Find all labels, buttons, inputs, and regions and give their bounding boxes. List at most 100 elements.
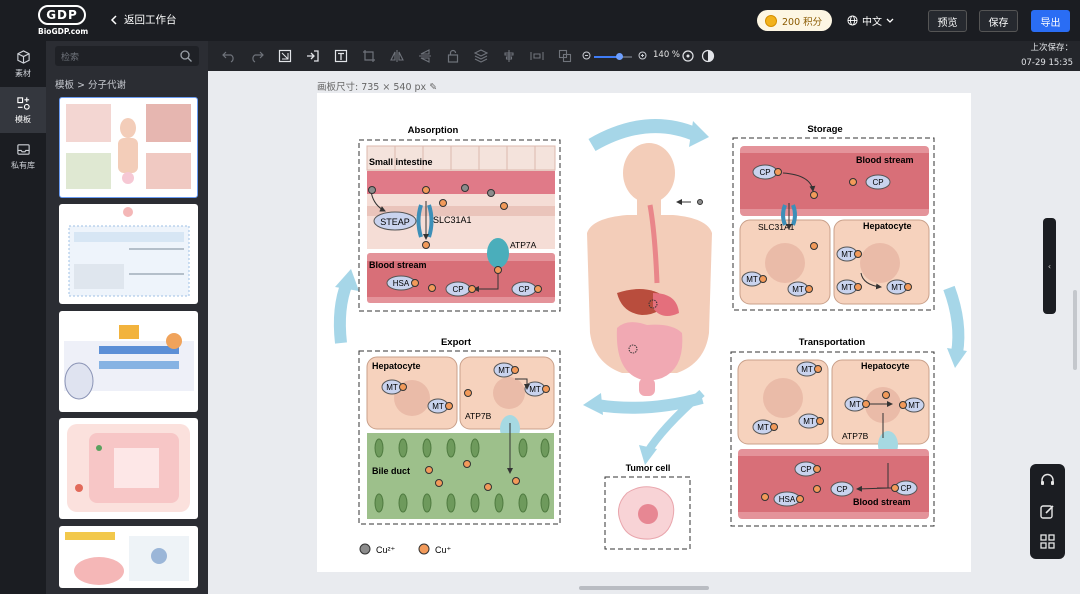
logo[interactable]: GDP BioGDP.com (38, 5, 90, 36)
mt-label: MT (792, 285, 804, 294)
layers-icon[interactable] (474, 49, 488, 63)
blood-stream-label: Blood stream (369, 260, 427, 270)
template-panel: 检索 模板 > 分子代谢 (46, 41, 208, 594)
credits-label: 200 积分 (782, 16, 823, 28)
edit-icon[interactable]: ✎ (429, 82, 437, 93)
floating-tools (1030, 464, 1065, 559)
absorption-title: Absorption (408, 125, 459, 136)
cycle-arrow (588, 119, 700, 152)
lock-icon[interactable] (446, 49, 460, 63)
template-thumbnail[interactable] (59, 311, 198, 412)
left-nav: 素材 模板 私有库 (0, 41, 46, 594)
right-panel-toggle[interactable]: ‹ (1043, 218, 1056, 314)
zoom-in-icon[interactable] (638, 51, 648, 61)
atp7b-label: ATP7B (465, 411, 492, 421)
support-headset-icon[interactable] (1039, 472, 1056, 489)
inbox-icon (16, 143, 30, 155)
globe-icon (847, 15, 858, 26)
cycle-arrow-head (583, 393, 603, 415)
nav-item-templates[interactable]: 模板 (0, 87, 46, 133)
cp-label: CP (452, 285, 463, 294)
feedback-edit-icon[interactable] (1039, 503, 1056, 520)
template-icon (16, 96, 30, 110)
cube-icon (16, 49, 30, 64)
credits-badge[interactable]: 200 积分 (757, 10, 832, 31)
distribute-icon[interactable] (530, 49, 544, 63)
text-icon[interactable] (334, 49, 348, 63)
last-save-label: 上次保存： (1030, 43, 1073, 53)
artboard[interactable]: Absorption Small intestine Blood stream … (317, 93, 971, 572)
back-to-workspace-button[interactable]: 返回工作台 (110, 12, 177, 27)
apps-grid-icon[interactable] (1039, 533, 1056, 550)
hsa-label: HSA (779, 495, 796, 504)
tumor-cell-title: Tumor cell (626, 463, 671, 473)
flip-vertical-icon[interactable] (418, 49, 432, 63)
export-button[interactable]: 导出 (1031, 10, 1070, 32)
nav-item-materials[interactable]: 素材 (0, 41, 46, 87)
mt-label: MT (746, 275, 758, 284)
language-select[interactable]: 中文 (847, 13, 894, 28)
cp-label: CP (759, 168, 770, 177)
preview-button[interactable]: 预览 (928, 10, 967, 32)
back-label: 返回工作台 (124, 14, 177, 26)
undo-icon[interactable] (222, 49, 236, 63)
export-title: Export (441, 337, 472, 348)
hsa-label: HSA (393, 279, 410, 288)
cp-label: CP (900, 484, 911, 493)
small-intestine-label: Small intestine (369, 157, 433, 167)
fit-screen-icon[interactable] (278, 49, 292, 63)
cycle-arrow (333, 280, 353, 344)
board-size-text: 画板尺寸: 735 × 540 px (317, 82, 427, 93)
contrast-icon[interactable] (701, 49, 715, 63)
atp7a-label: ATP7A (510, 240, 537, 250)
template-thumbnail[interactable] (59, 204, 198, 304)
zoom-out-icon[interactable] (582, 51, 592, 61)
nav-label-materials: 素材 (15, 68, 31, 78)
search-input[interactable]: 检索 (55, 46, 199, 66)
cycle-arrow-head (689, 121, 709, 147)
redo-icon[interactable] (250, 49, 264, 63)
template-thumbnail[interactable] (59, 526, 198, 588)
chevron-down-icon (886, 18, 894, 23)
mt-label: MT (841, 283, 853, 292)
blood-stream-label: Blood stream (853, 497, 911, 507)
copper-metabolism-figure[interactable]: Absorption Small intestine Blood stream … (317, 93, 971, 572)
zoom-slider-handle[interactable] (616, 53, 623, 60)
blood-stream-label: Blood stream (856, 155, 914, 165)
mt-label: MT (803, 417, 815, 426)
steap-label: STEAP (380, 217, 410, 227)
mt-label: MT (891, 283, 903, 292)
last-save-info: 上次保存： 07-29 15:35 (1000, 41, 1080, 71)
top-bar: GDP BioGDP.com 返回工作台 200 积分 中文 预览 保存 导出 (0, 0, 1080, 41)
import-icon[interactable] (306, 49, 320, 63)
flip-horizontal-icon[interactable] (390, 49, 404, 63)
template-thumbnail[interactable] (59, 97, 198, 198)
coin-icon (765, 14, 777, 27)
horizontal-scrollbar[interactable] (579, 586, 709, 590)
zoom-slider-fill (594, 56, 618, 58)
nav-item-private-library[interactable]: 私有库 (0, 133, 46, 179)
crop-icon[interactable] (362, 49, 376, 63)
save-button[interactable]: 保存 (979, 10, 1018, 32)
atp7a-transporter (487, 238, 509, 268)
transportation-title: Transportation (799, 337, 866, 348)
thumbnail-preview-3 (64, 325, 194, 400)
board-size-label[interactable]: 画板尺寸: 735 × 540 px ✎ (317, 79, 437, 93)
cycle-arrow (943, 285, 965, 354)
chevron-left-icon (110, 14, 117, 25)
group-icon[interactable] (558, 49, 572, 63)
chevron-left-icon: ‹ (1047, 261, 1052, 271)
template-thumbnail[interactable] (59, 418, 198, 519)
search-placeholder: 检索 (61, 52, 80, 63)
thumbnail-preview-5 (65, 532, 189, 585)
zoom-slider[interactable] (594, 53, 632, 60)
cu1-legend-icon (418, 543, 430, 555)
atp7b-label: ATP7B (842, 431, 869, 441)
target-icon[interactable] (681, 49, 695, 63)
align-center-icon[interactable] (502, 49, 516, 63)
vertical-scrollbar[interactable] (1073, 290, 1077, 370)
cu2-legend-label: Cu²⁺ (376, 545, 396, 555)
mt-label: MT (841, 250, 853, 259)
mt-label: MT (498, 366, 510, 375)
search-icon[interactable] (179, 49, 193, 63)
